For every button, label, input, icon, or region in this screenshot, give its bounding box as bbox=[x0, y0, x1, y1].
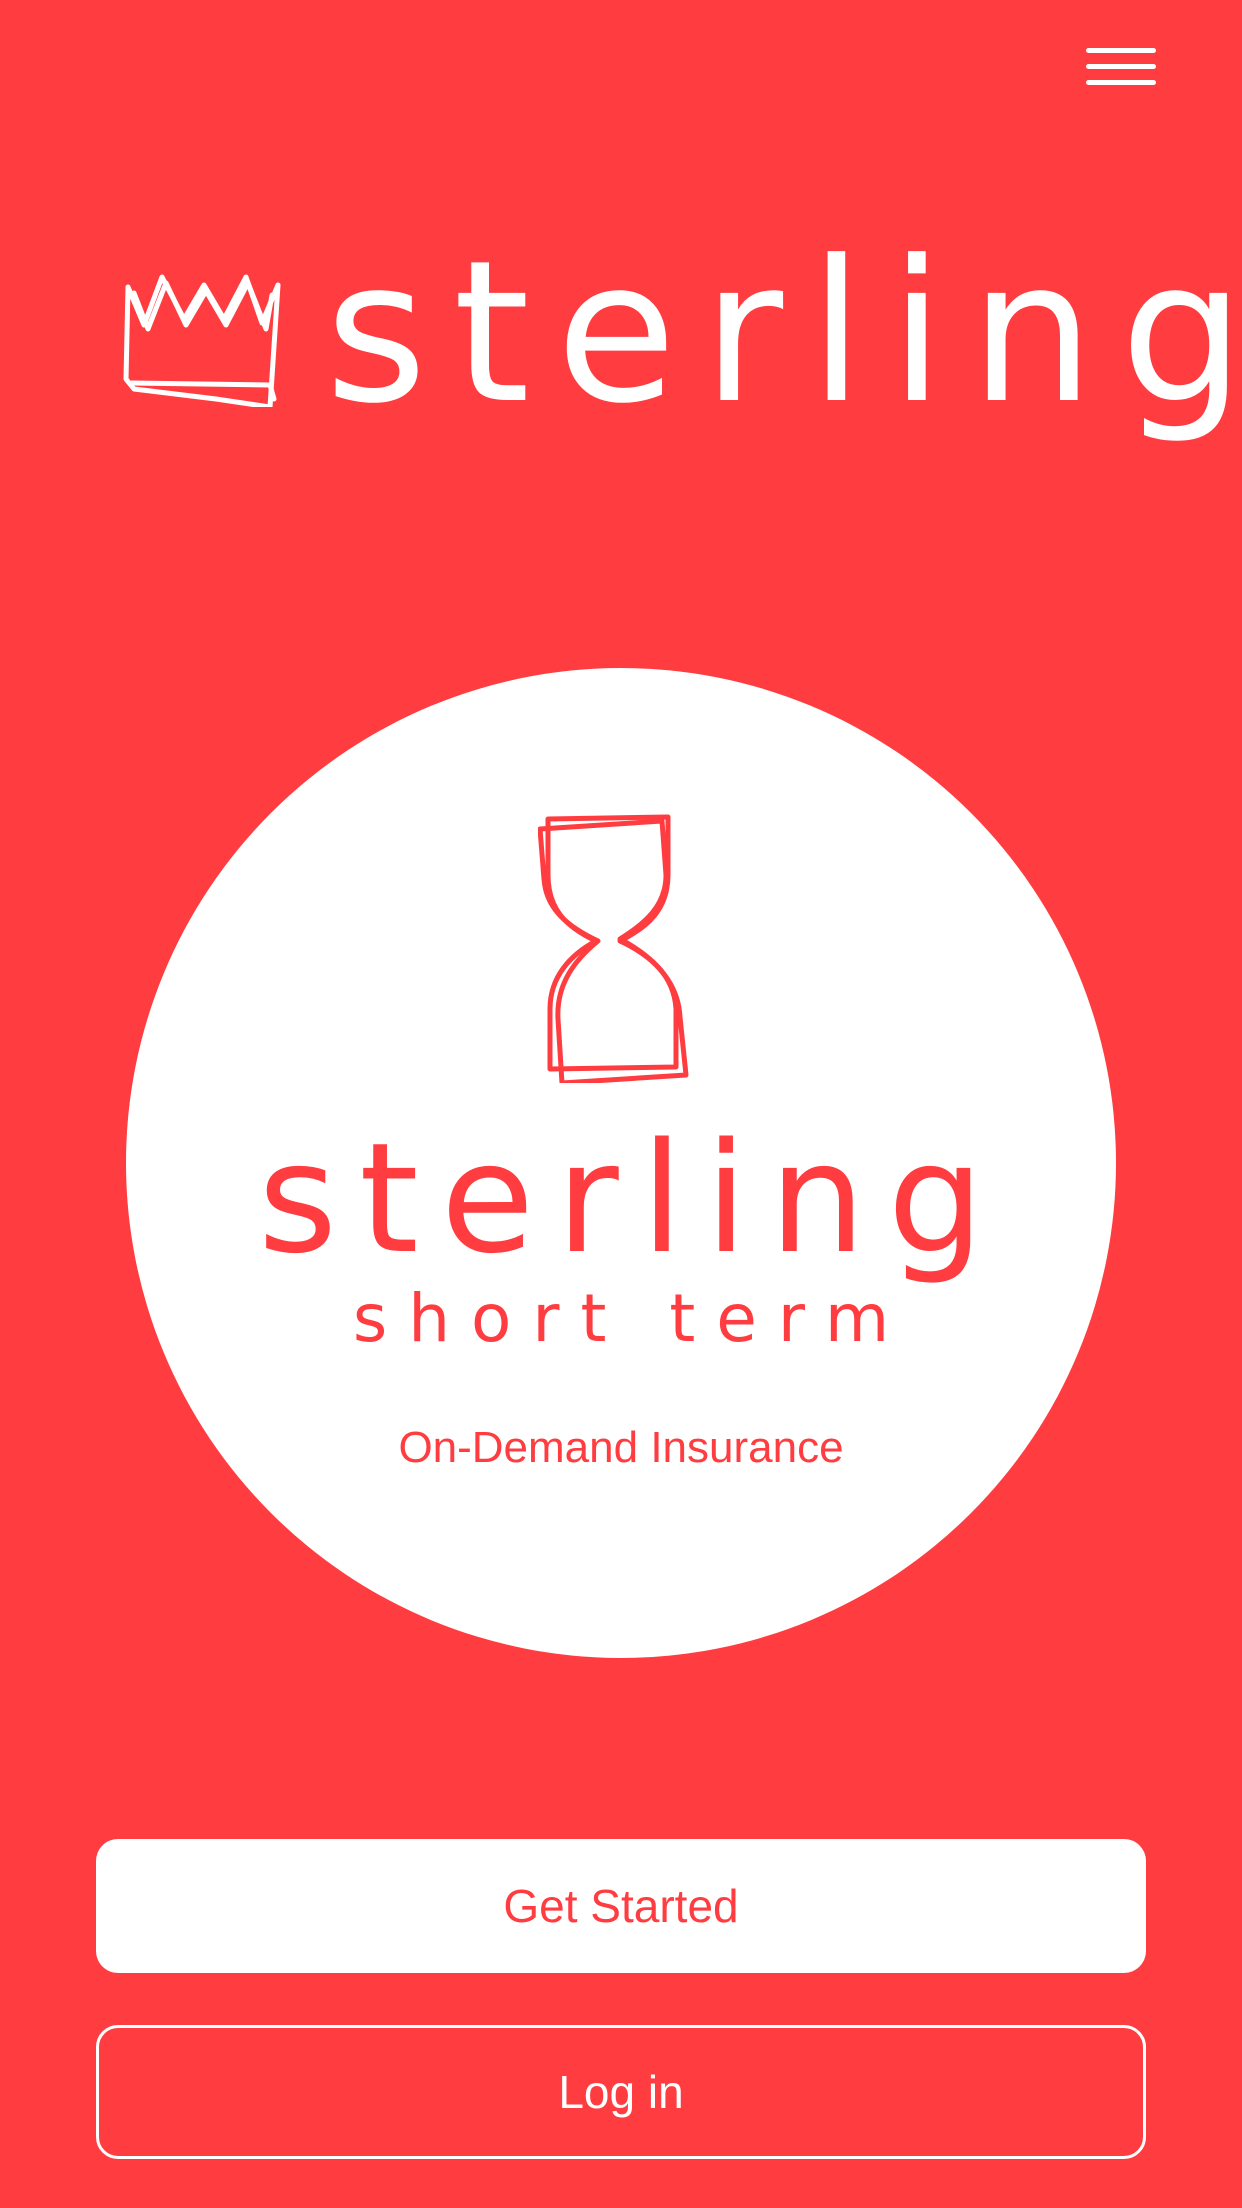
hero-circle: sterling short term On-Demand Insurance bbox=[126, 668, 1116, 1658]
brand-wordmark: sterling bbox=[325, 219, 1242, 447]
login-button[interactable]: Log in bbox=[96, 2025, 1146, 2159]
product-name: sterling bbox=[257, 1110, 1007, 1287]
menu-bar-middle bbox=[1086, 64, 1156, 69]
brand-header: sterling bbox=[120, 235, 1242, 445]
product-tagline: On-Demand Insurance bbox=[398, 1423, 844, 1472]
product-subtitle: short term bbox=[352, 1280, 911, 1357]
menu-bar-bottom bbox=[1086, 80, 1156, 85]
crown-icon bbox=[123, 274, 281, 407]
hamburger-menu-icon[interactable] bbox=[1076, 40, 1156, 100]
menu-bar-top bbox=[1086, 48, 1156, 53]
get-started-button[interactable]: Get Started bbox=[96, 1839, 1146, 1973]
hourglass-icon bbox=[538, 814, 689, 1083]
